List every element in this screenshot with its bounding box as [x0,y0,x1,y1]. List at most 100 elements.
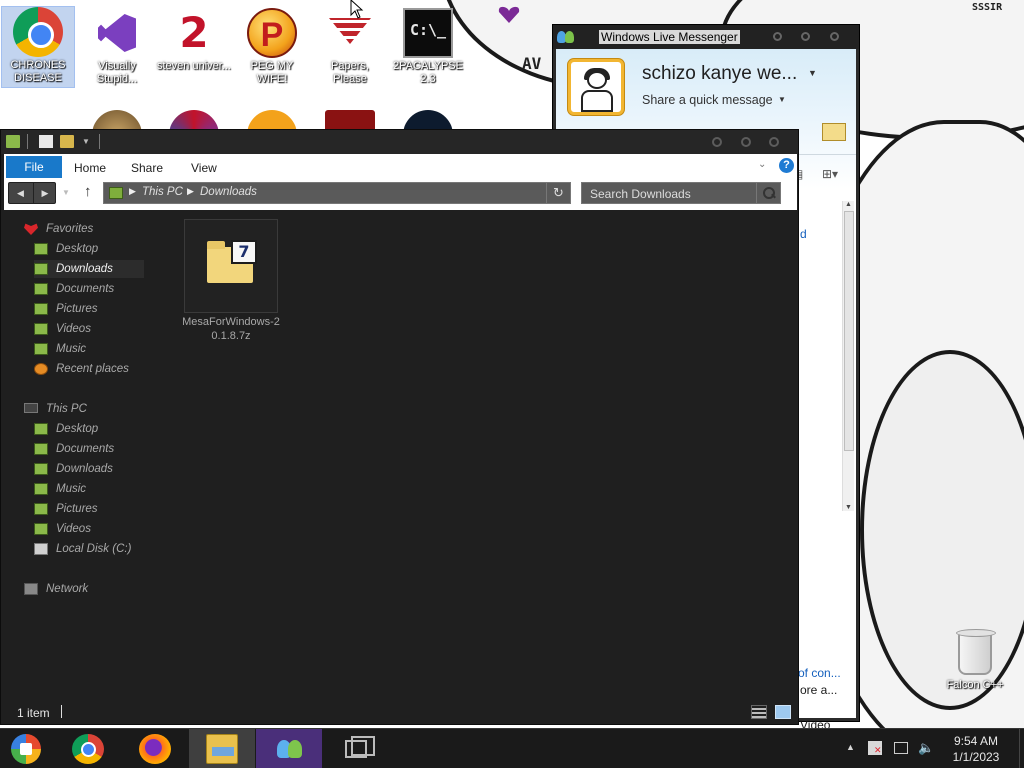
show-desktop-button[interactable] [1019,729,1024,768]
search-placeholder: Search Downloads [590,187,691,201]
clock[interactable]: 9:54 AM 1/1/2023 [934,733,1018,765]
tab-view[interactable]: View [191,161,217,175]
nav-item-pictures[interactable]: Pictures [34,300,144,318]
tab-home[interactable]: Home [74,161,106,175]
close-button[interactable] [769,137,779,147]
nav-this-pc[interactable]: This PC [24,400,134,418]
address-field[interactable]: ▶ This PC ▶ Downloads ↻ [103,182,571,204]
customize-quick-access-icon[interactable]: ▼ [82,137,90,146]
nav-item-videos[interactable]: Videos [34,320,144,338]
recent-locations-icon[interactable]: ▼ [62,188,70,197]
clock-time: 9:54 AM [953,734,999,748]
file-explorer-icon [206,734,238,764]
nav-pc-music[interactable]: Music [34,480,144,498]
file-item[interactable]: 7 [184,219,278,313]
desktop-icon-2pacalypse[interactable]: C:\_ 2PACALYPSE 2.3 [391,8,465,86]
toolbar-separator [27,134,28,149]
taskbar: ▲ 🔈 9:54 AM 1/1/2023 [0,728,1024,768]
desktop-icon [34,243,48,255]
explorer-app-icon [6,135,20,148]
breadcrumb-downloads[interactable]: Downloads [200,186,257,198]
refresh-icon[interactable]: ↻ [546,183,570,203]
minimize-button[interactable] [712,137,722,147]
close-button[interactable] [830,32,839,41]
nav-item-music[interactable]: Music [34,340,144,358]
new-folder-icon[interactable] [60,135,74,148]
desktop-icon-visually-stupid[interactable]: Visually Stupid... [80,8,154,86]
volume-icon[interactable]: 🔈 [918,740,934,756]
scrollbar-thumb[interactable] [844,211,854,451]
show-hidden-icons-button[interactable]: ▲ [846,742,855,752]
details-view-button[interactable] [751,705,767,719]
status-dropdown-icon[interactable]: ▼ [808,68,817,78]
desktop-icon-label: Visually Stupid... [96,60,138,85]
desktop-icon-recycle-bin[interactable]: Falcon C++ [942,629,1008,691]
taskbar-messenger[interactable] [256,729,322,768]
forward-button[interactable]: ▶ [33,183,56,203]
taskbar-chrome[interactable] [55,729,121,768]
avatar-body [581,90,613,112]
desktop-icon-label: Falcon C++ [946,679,1004,691]
file-name[interactable]: MesaForWindows-20.1.8.7z [179,315,283,343]
tab-file[interactable]: File [6,156,62,178]
nav-pc-desktop[interactable]: Desktop [34,420,144,438]
nav-item-desktop[interactable]: Desktop [34,240,144,258]
maximize-button[interactable] [741,137,751,147]
network-icon[interactable] [894,742,908,754]
documents-folder-icon [34,443,48,455]
personal-message-field[interactable]: Share a quick message [642,93,773,107]
nav-pc-documents[interactable]: Documents [34,440,144,458]
maximize-button[interactable] [801,32,810,41]
messenger-avatar[interactable] [568,59,624,115]
taskbar-task-view[interactable] [323,729,389,768]
back-button[interactable]: ◀ [9,183,32,203]
tab-share[interactable]: Share [131,161,163,175]
status-divider [61,705,62,718]
expand-ribbon-icon[interactable]: ⌄ [758,159,766,170]
breadcrumb-this-pc[interactable]: This PC [142,186,183,198]
nav-item-recent-places[interactable]: Recent places [34,360,144,378]
nav-favorites[interactable]: Favorites [24,220,134,238]
navigation-pane: Favorites Desktop Downloads Documents Pi… [4,216,164,686]
nav-item-documents[interactable]: Documents [34,280,144,298]
minimize-button[interactable] [773,32,782,41]
messenger-link-of-con[interactable]: of con... [798,666,841,680]
search-input[interactable]: Search Downloads [581,182,781,204]
chrome-icon [72,734,104,764]
nav-pc-downloads[interactable]: Downloads [34,460,144,478]
messenger-titlebar[interactable]: Windows Live Messenger [553,25,859,49]
help-icon[interactable]: ? [779,158,794,173]
nav-item-downloads[interactable]: Downloads [34,260,144,278]
large-icons-view-button[interactable] [775,705,791,719]
messenger-link-partial[interactable]: d [800,227,807,241]
properties-icon[interactable] [39,135,53,148]
nav-pc-local-disk[interactable]: Local Disk (C:) [34,540,144,558]
breadcrumb-chevron-icon[interactable]: ▶ [129,186,136,197]
messenger-more-text[interactable]: ore a... [800,683,837,697]
breadcrumb-chevron-icon[interactable]: ▶ [187,186,194,197]
options-dropdown-icon[interactable]: ⊞▾ [822,167,838,181]
taskbar-firefox[interactable] [122,729,188,768]
desktop-icon-chrones-disease[interactable]: CHRONES DISEASE [1,6,75,88]
search-icon[interactable] [756,183,780,203]
action-center-alert-icon[interactable] [868,741,882,756]
messenger-display-name[interactable]: schizo kanye we... [642,63,797,85]
personal-message-dropdown-icon[interactable]: ▼ [778,95,786,104]
mail-icon[interactable] [822,123,846,141]
scroll-down-icon[interactable]: ▼ [845,504,852,511]
nav-network[interactable]: Network [24,580,134,598]
explorer-titlebar[interactable]: ▼ [1,130,798,154]
nav-pc-videos[interactable]: Videos [34,520,144,538]
file-explorer-window[interactable]: ▼ File Home Share View ⌄ ? ◀ ▶ ▼ ↑ ▶ Thi… [0,129,799,725]
nav-pc-pictures[interactable]: Pictures [34,500,144,518]
messenger-scrollbar[interactable]: ▲ ▼ [842,201,854,511]
start-button[interactable] [8,733,46,765]
desktop-icon-label: CHRONES DISEASE [10,59,66,84]
up-button[interactable]: ↑ [84,183,92,200]
desktop-icon-peg-my-wife[interactable]: P PEG MY WIFE! [235,8,309,86]
7zip-badge-icon: 7 [231,240,257,264]
taskbar-file-explorer[interactable] [189,729,255,768]
scroll-up-icon[interactable]: ▲ [845,201,852,208]
mouse-cursor-icon [350,0,364,19]
desktop-icon-steven-universe[interactable]: 2 steven univer... [157,8,231,73]
